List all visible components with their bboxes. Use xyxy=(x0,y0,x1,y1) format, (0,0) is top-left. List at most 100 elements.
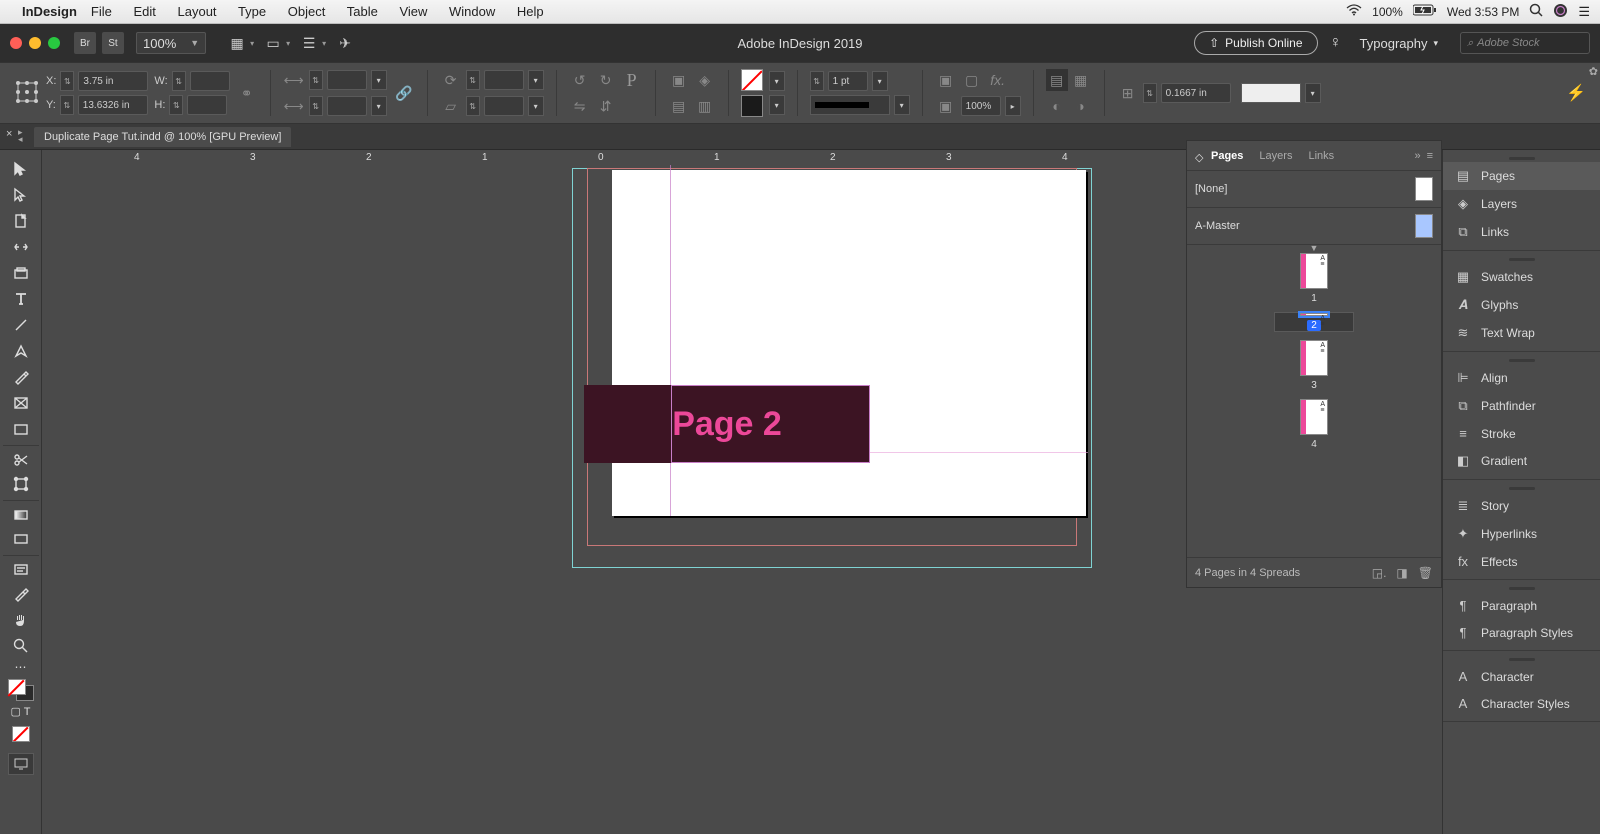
stroke-weight[interactable]: 1 pt xyxy=(828,71,868,91)
shear-field[interactable] xyxy=(484,96,524,116)
publish-online-button[interactable]: ⇧ Publish Online xyxy=(1194,31,1317,55)
format-container-icon[interactable]: ▢ T xyxy=(6,701,36,721)
select-next-icon[interactable]: ▥ xyxy=(694,95,716,117)
view-options-icon[interactable]: ▦▾ xyxy=(224,32,250,54)
menu-table[interactable]: Table xyxy=(347,4,378,19)
panel-menu-icon[interactable]: ≡ xyxy=(1427,150,1433,162)
shear-stepper[interactable]: ⇅ xyxy=(466,96,480,116)
dock-textwrap[interactable]: ≋Text Wrap xyxy=(1443,319,1600,347)
page[interactable] xyxy=(612,170,1086,516)
collapse-panel-icon[interactable]: » xyxy=(1414,150,1420,162)
clock[interactable]: Wed 3:53 PM xyxy=(1447,5,1519,19)
zoom-level[interactable]: 100% ▼ xyxy=(136,32,206,54)
dock-story[interactable]: ≣Story xyxy=(1443,492,1600,520)
tab-close-icon[interactable]: × xyxy=(6,128,12,140)
fill-stroke-swatch[interactable] xyxy=(8,679,34,701)
stroke-weight-dd[interactable]: ▾ xyxy=(872,71,888,91)
notifications-icon[interactable]: ☰ xyxy=(1578,4,1590,20)
tab-links[interactable]: Links xyxy=(1308,150,1334,162)
bridge-button[interactable]: Br xyxy=(74,32,96,54)
screen-mode-icon[interactable]: ▭▾ xyxy=(260,32,286,54)
rotate-cw-icon[interactable]: ↻ xyxy=(595,69,617,91)
tips-icon[interactable]: ♀ xyxy=(1330,34,1342,52)
dock-pages[interactable]: ▤Pages xyxy=(1443,162,1600,190)
dock-stroke[interactable]: ≡Stroke xyxy=(1443,420,1600,447)
menu-type[interactable]: Type xyxy=(238,4,266,19)
new-page-icon[interactable]: ◨ xyxy=(1396,566,1407,580)
y-stepper[interactable]: ⇅ xyxy=(60,95,74,115)
menu-window[interactable]: Window xyxy=(449,4,495,19)
direct-selection-tool[interactable] xyxy=(6,182,36,208)
text-frame[interactable]: Page 2 xyxy=(584,385,870,463)
opacity-field[interactable]: 100% xyxy=(961,96,1001,116)
dock-hyperlinks[interactable]: ✦Hyperlinks xyxy=(1443,520,1600,548)
fitting-fit-icon[interactable]: ▢ xyxy=(961,69,983,91)
gradient-swatch-tool[interactable] xyxy=(3,500,39,526)
master-none-row[interactable]: [None] xyxy=(1187,171,1441,208)
dock-character[interactable]: ACharacter xyxy=(1443,663,1600,690)
note-tool[interactable] xyxy=(3,555,39,581)
fitting-fill-icon[interactable]: ▣ xyxy=(935,69,957,91)
dock-swatches[interactable]: ▦Swatches xyxy=(1443,263,1600,291)
rotate-field[interactable] xyxy=(484,70,524,90)
corner-options-icon[interactable]: ◑ xyxy=(1070,95,1092,117)
dock-layers[interactable]: ◈Layers xyxy=(1443,190,1600,218)
y-field[interactable]: 13.6326 in xyxy=(78,95,148,115)
page-item-4[interactable]: A≡ 4 xyxy=(1300,399,1328,450)
tab-pages[interactable]: Pages xyxy=(1211,150,1243,162)
dock-pathfinder[interactable]: ⧉Pathfinder xyxy=(1443,392,1600,420)
delete-page-icon[interactable]: 🗑 xyxy=(1418,566,1433,580)
dock-paragraph-styles[interactable]: ¶Paragraph Styles xyxy=(1443,619,1600,646)
auto-fit-icon[interactable]: ▣ xyxy=(935,95,957,117)
menu-file[interactable]: File xyxy=(91,4,112,19)
page-item-3[interactable]: A≡ 3 xyxy=(1300,340,1328,391)
rotate-ccw-icon[interactable]: ↺ xyxy=(569,69,591,91)
x-stepper[interactable]: ⇅ xyxy=(60,71,74,91)
dock-character-styles[interactable]: ACharacter Styles xyxy=(1443,690,1600,717)
gap-field[interactable]: 0.1667 in xyxy=(1161,83,1231,103)
scale-x-stepper[interactable]: ⇅ xyxy=(309,70,323,90)
h-field[interactable] xyxy=(187,95,227,115)
apply-color-icon[interactable] xyxy=(6,721,36,747)
selection-tool[interactable] xyxy=(6,156,36,182)
gpu-icon[interactable]: ✈ xyxy=(332,32,358,54)
type-tool[interactable] xyxy=(6,286,36,312)
scale-x-dd[interactable]: ▾ xyxy=(371,70,387,90)
stroke-dd[interactable]: ▾ xyxy=(769,95,785,115)
corner-shape-dd[interactable]: ▾ xyxy=(1305,83,1321,103)
corner-shape[interactable] xyxy=(1241,83,1301,103)
tab-scroll-icon[interactable]: ▸◂ xyxy=(18,129,23,143)
page-item-1[interactable]: A≡ 1 xyxy=(1300,253,1328,304)
more-tools[interactable]: ⋯ xyxy=(6,659,36,675)
reference-point[interactable] xyxy=(14,79,40,108)
rotate-stepper[interactable]: ⇅ xyxy=(466,70,480,90)
w-field[interactable] xyxy=(190,71,230,91)
rectangle-frame-tool[interactable] xyxy=(6,390,36,416)
align-icon[interactable]: ⊞ xyxy=(1117,82,1139,104)
menu-layout[interactable]: Layout xyxy=(178,4,217,19)
screen-mode-button[interactable] xyxy=(8,753,34,775)
control-menu-icon[interactable]: ✿ xyxy=(1589,65,1598,78)
page-tool[interactable] xyxy=(6,208,36,234)
pen-tool[interactable] xyxy=(6,338,36,364)
select-prev-icon[interactable]: ▤ xyxy=(668,95,690,117)
menu-help[interactable]: Help xyxy=(517,4,544,19)
wifi-icon[interactable] xyxy=(1346,4,1362,19)
line-tool[interactable] xyxy=(6,312,36,338)
dock-align[interactable]: ⊫Align xyxy=(1443,364,1600,392)
spotlight-icon[interactable] xyxy=(1529,3,1543,20)
workspace-switcher[interactable]: Typography ▾ xyxy=(1360,36,1438,51)
shear-dd[interactable]: ▾ xyxy=(528,96,544,116)
scale-y-dd[interactable]: ▾ xyxy=(371,96,387,116)
scissors-tool[interactable] xyxy=(3,445,39,471)
scale-x-field[interactable] xyxy=(327,70,367,90)
maximize-window[interactable] xyxy=(48,37,60,49)
dock-glyphs[interactable]: 𝑨Glyphs xyxy=(1443,291,1600,319)
dock-gradient[interactable]: ◧Gradient xyxy=(1443,447,1600,475)
page-item-2[interactable]: A≡ 2 xyxy=(1274,312,1354,332)
constrain-icon[interactable]: ⚭ xyxy=(236,82,258,104)
arrange-icon[interactable]: ☰▾ xyxy=(296,32,322,54)
scale-y-field[interactable] xyxy=(327,96,367,116)
fx-icon[interactable]: fx. xyxy=(987,69,1009,91)
fill-swatch[interactable] xyxy=(741,69,763,91)
